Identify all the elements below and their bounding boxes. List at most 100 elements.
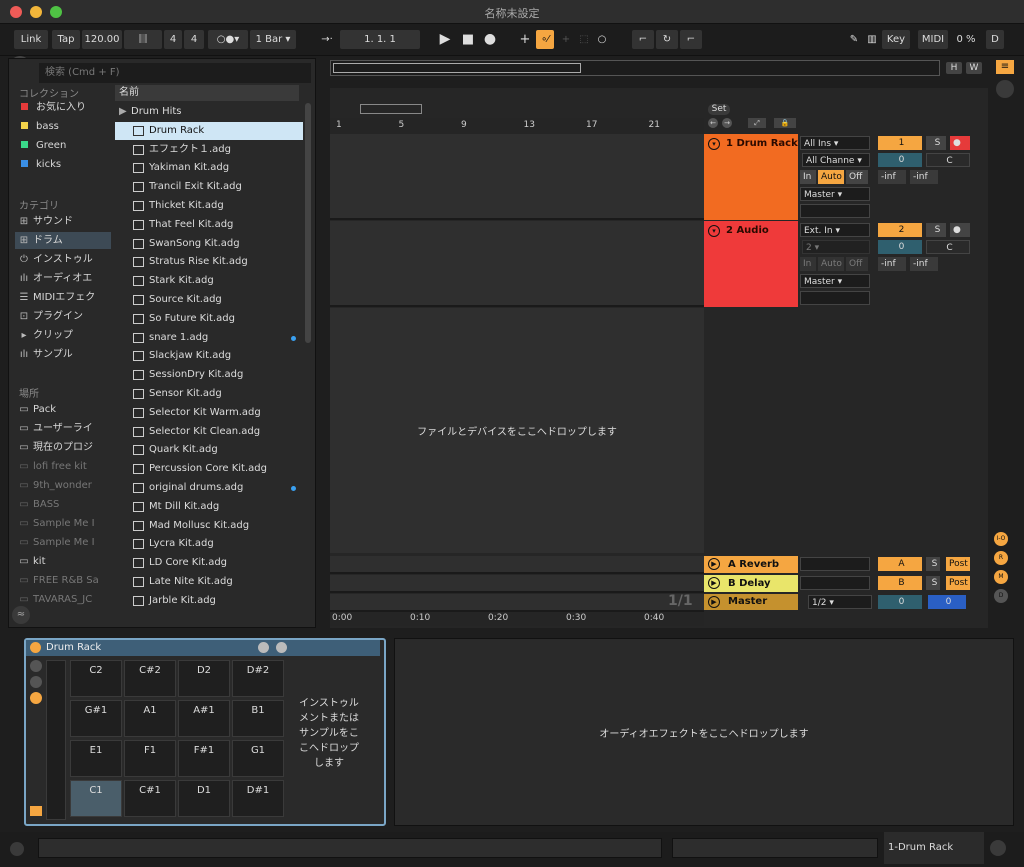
category-item[interactable]: ⏻ インストゥル [15,251,111,268]
drum-pad[interactable]: C#2 [124,660,176,697]
category-item[interactable]: ılı オーディオエ [15,270,111,287]
punch-icon[interactable]: ⌐ [680,30,702,49]
file-item[interactable]: snare 1.adg [115,329,303,347]
category-item[interactable]: ⊞ サウンド [15,213,111,230]
pan-field[interactable]: C [926,153,970,167]
return-activator[interactable]: B [878,576,922,590]
file-item[interactable]: Trancil Exit Kit.adg [115,178,303,196]
drum-pad[interactable]: F1 [124,740,176,777]
file-item[interactable]: Lycra Kit.adg [115,535,303,553]
keyboard-icon[interactable]: ▥ [864,30,880,49]
track-lane-2[interactable] [330,221,704,307]
drum-pad[interactable]: E1 [70,740,122,777]
send-a-field[interactable]: -inf [878,170,906,184]
h-button[interactable]: H [946,62,962,74]
tap-button[interactable]: Tap [52,30,80,49]
file-item[interactable]: That Feel Kit.adg [115,216,303,234]
w-button[interactable]: W [966,62,982,74]
return-track-header[interactable]: ▶ A Reverb [704,556,798,573]
track-lane-1[interactable] [330,134,704,220]
category-item[interactable]: ☰ MIDIエフェク [15,289,111,306]
input-channel-select[interactable]: All Channe ▾ [802,153,870,167]
track-header[interactable]: ▾ 2 Audio [704,221,798,307]
info-toggle-icon[interactable] [10,842,24,856]
monitor-auto-button[interactable]: Auto [818,170,844,184]
master-volume[interactable]: 0 [878,595,922,609]
drum-pad[interactable]: C2 [70,660,122,697]
file-item[interactable]: Mt Dill Kit.adg [115,498,303,516]
device-on-icon[interactable] [30,642,41,653]
drum-pad[interactable]: F#1 [178,740,230,777]
file-item[interactable]: SwanSong Kit.adg [115,235,303,253]
view-toggle-2[interactable]: M [994,570,1008,584]
file-item[interactable]: Percussion Core Kit.adg [115,460,303,478]
file-item[interactable]: Drum Rack [115,121,303,140]
drum-pad[interactable]: C#1 [124,780,176,817]
output-select[interactable]: Master ▾ [800,274,870,288]
file-item[interactable]: LD Core Kit.adg [115,554,303,572]
arm-icon[interactable]: ● [950,223,970,237]
send-b-field[interactable]: -inf [910,170,938,184]
file-item[interactable]: エフェクト１.adg [115,141,303,159]
place-item[interactable]: ▭ BASS [15,496,111,513]
cue-volume[interactable]: 0 [928,595,966,609]
stop-icon[interactable]: ■ [460,30,476,49]
output-channel-field[interactable] [800,291,870,305]
volume-field[interactable]: 0 [878,240,922,254]
key-map-button[interactable]: Key [882,30,910,49]
drum-pad[interactable]: A1 [124,700,176,737]
monitor-auto-button[interactable]: Auto [818,257,844,271]
category-item[interactable]: ⊡ プラグイン [15,308,111,325]
collection-item[interactable]: bass [15,118,111,135]
pan-field[interactable]: C [926,240,970,254]
drum-pad[interactable]: D2 [178,660,230,697]
add-icon[interactable]: + [516,30,534,49]
return-solo-button[interactable]: S [926,576,940,590]
arm-icon[interactable]: ● [950,136,970,150]
solo-button[interactable]: S [926,136,946,150]
name-column-header[interactable]: 名前 [115,85,299,101]
io-icon[interactable] [30,806,42,816]
place-item[interactable]: ▭ 現在のプロジ [15,439,111,456]
collection-item[interactable]: Green [15,137,111,154]
nav-prev-icon[interactable]: ← [708,118,718,128]
track-activator[interactable]: 1 [878,136,922,150]
solo-button[interactable]: S [926,223,946,237]
monitor-in-button[interactable]: In [800,257,816,271]
drop-area[interactable]: ファイルとデバイスをここへドロップします [330,308,704,553]
audio-effect-drop-area[interactable]: オーディオエフェクトをここへドロップします [394,638,1014,826]
midi-map-button[interactable]: MIDI [918,30,948,49]
place-item[interactable]: ▭ FREE R&B Sa [15,572,111,589]
draw-mode-icon[interactable]: ⌐ [632,30,654,49]
detail-toggle-icon[interactable] [990,840,1006,856]
view-toggle-0[interactable]: I-O [994,532,1008,546]
drum-pad[interactable]: D#2 [232,660,284,697]
drum-pad[interactable]: G1 [232,740,284,777]
file-item[interactable]: Quark Kit.adg [115,441,303,459]
show-chains-icon[interactable] [30,676,42,688]
tempo-field[interactable]: 120.00 [82,30,122,49]
drum-pad[interactable]: A#1 [178,700,230,737]
monitor-off-button[interactable]: Off [846,257,868,271]
groove-pool-icon[interactable]: ≈ [12,606,30,624]
file-item[interactable]: Sensor Kit.adg [115,385,303,403]
file-item[interactable]: Mad Mollusc Kit.adg [115,517,303,535]
file-item[interactable]: Thicket Kit.adg [115,197,303,215]
loop-icon[interactable]: ↻ [656,30,678,49]
time-sig-num[interactable]: 4 [164,30,182,49]
fold-icon[interactable]: ▾ [708,138,720,150]
return-play-icon[interactable]: ▶ [708,558,720,570]
time-sig-den[interactable]: 4 [184,30,204,49]
show-macros-icon[interactable] [30,660,42,672]
show-pads-icon[interactable] [30,692,42,704]
view-toggle-1[interactable]: R [994,551,1008,565]
set-button[interactable]: Set [708,104,730,115]
fold-icon[interactable]: ▾ [708,225,720,237]
metronome-icon[interactable]: ○●▾ [208,30,248,49]
collection-item[interactable]: お気に入り [15,99,111,116]
master-play-icon[interactable]: ▶ [708,596,720,608]
overview-bar[interactable] [330,60,940,76]
loop-brace[interactable] [360,104,422,114]
return-output-field[interactable] [800,576,870,590]
lock-icon[interactable]: 🔒 [774,118,796,128]
